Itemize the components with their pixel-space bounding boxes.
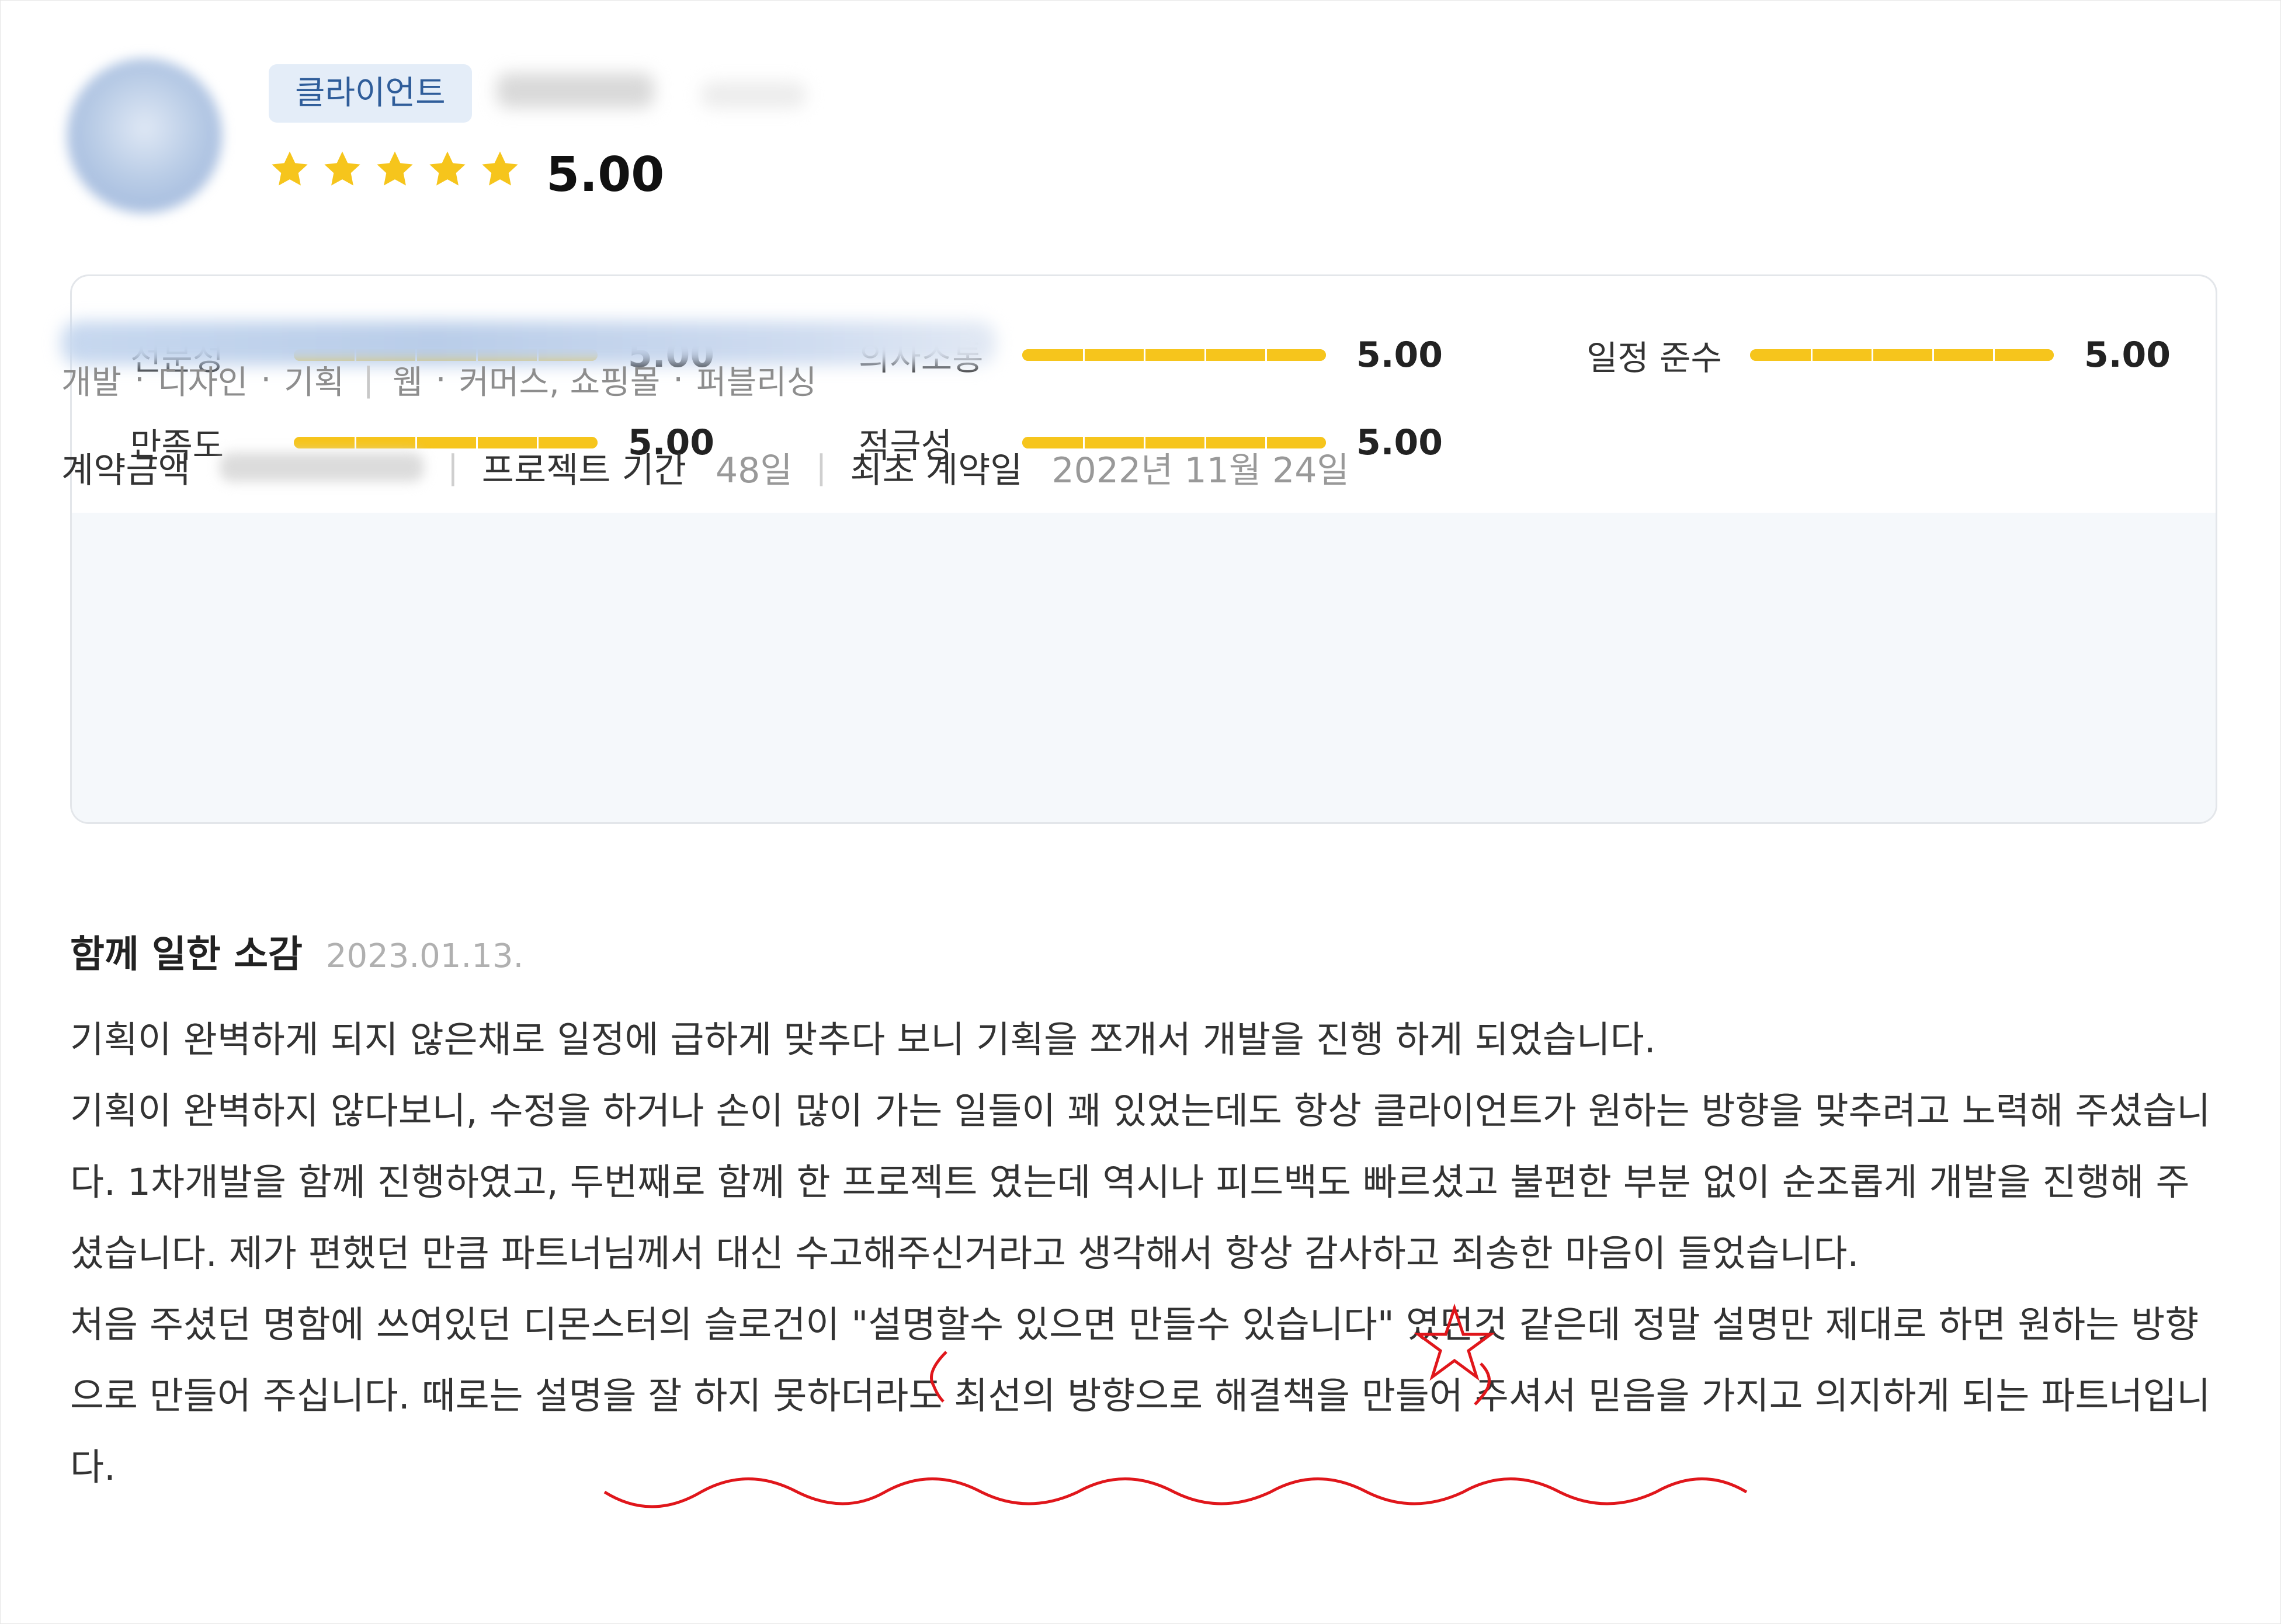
star-icon <box>482 151 518 186</box>
review-body: 기획이 완벽하게 되지 않은채로 일정에 급하게 맞추다 보니 기획을 쪼개서 … <box>70 1004 2220 1503</box>
metric-bar-segment-gap <box>1083 349 1085 361</box>
dot-separator: · <box>261 361 272 399</box>
field-tag: 퍼블리싱 <box>696 364 817 402</box>
metric-bar-fill <box>1022 349 1326 361</box>
star-icon <box>377 151 413 186</box>
review-paragraph: 기획이 완벽하지 않다보니, 수정을 하거나 손이 많이 가는 일들이 꽤 있었… <box>70 1090 2211 1275</box>
metric-bar-segment-gap <box>1144 349 1145 361</box>
star-icon <box>429 151 466 186</box>
field-tag: 웹 <box>393 364 423 402</box>
star-rating <box>269 140 521 199</box>
project-info <box>72 513 2216 822</box>
contract-amount-blurred <box>219 453 424 482</box>
category-tag: 디자인 <box>157 364 248 402</box>
metric-bar-segment-gap <box>1993 349 1995 361</box>
metric-bar-segment-gap <box>1932 349 1934 361</box>
metric-bar-fill <box>1750 349 2054 361</box>
metric-value: 5.00 <box>1356 422 1443 463</box>
period-label: 프로젝트 기간 <box>481 450 686 491</box>
review-title: 함께 일한 소감 <box>70 933 303 976</box>
metric-label: 일정 준수 <box>1586 338 1722 378</box>
contract-amount-label: 계약금액 <box>61 450 190 491</box>
metric-value: 5.00 <box>2084 335 2171 375</box>
first-contract-label: 최초 계약일 <box>850 450 1023 491</box>
divider: | <box>447 448 459 486</box>
dot-separator: · <box>134 361 145 399</box>
divider: | <box>815 448 827 486</box>
category-tag: 기획 <box>284 364 345 402</box>
dot-separator: · <box>673 361 684 399</box>
metric-bar-segment-gap <box>1872 349 1873 361</box>
metric-bar-segment-gap <box>1811 349 1813 361</box>
metric-bar <box>1022 349 1326 361</box>
metric-bar <box>1750 349 2054 361</box>
avatar <box>67 58 222 213</box>
period-value: 48일 <box>715 450 793 491</box>
star-icon <box>324 151 360 186</box>
review-heading: 함께 일한 소감 2023.01.13. <box>70 926 523 986</box>
reviewer-company-blurred <box>701 82 806 108</box>
metric-bar-segment-gap <box>1204 349 1206 361</box>
review-paragraph: 처음 주셨던 명함에 쓰여있던 디몬스터의 슬로건이 "설명할수 있으면 만들수… <box>70 1303 2211 1489</box>
first-contract-value: 2022년 11월 24일 <box>1051 450 1349 491</box>
metric-value: 5.00 <box>1356 335 1443 375</box>
field-tag: 커머스, 쇼핑몰 <box>459 364 661 402</box>
category-tag: 개발 <box>61 364 122 402</box>
dot-separator: · <box>435 361 446 399</box>
metric-schedule: 일정 준수 5.00 <box>1586 329 2171 381</box>
review-date: 2023.01.13. <box>325 937 524 975</box>
review-paragraph: 기획이 완벽하게 되지 않은채로 일정에 급하게 맞추다 보니 기획을 쪼개서 … <box>70 1018 1656 1061</box>
review-page: 클라이언트 5.00 전문성 5.00 의사소통 5.00 일정 준수 5.00 <box>0 0 2281 1624</box>
role-badge: 클라이언트 <box>269 64 472 123</box>
project-tags: 개발 · 디자인 · 기획 | 웹 · 커머스, 쇼핑몰 · 퍼블리싱 <box>61 356 817 404</box>
reviewer-name-blurred <box>497 73 654 108</box>
contract-info: 계약금액 | 프로젝트 기간 48일 | 최초 계약일 2022년 11월 24… <box>61 441 1349 493</box>
metric-bar-segment-gap <box>1265 349 1267 361</box>
divider: | <box>363 361 374 399</box>
overall-rating: 5.00 <box>546 147 665 203</box>
star-icon <box>272 151 308 186</box>
